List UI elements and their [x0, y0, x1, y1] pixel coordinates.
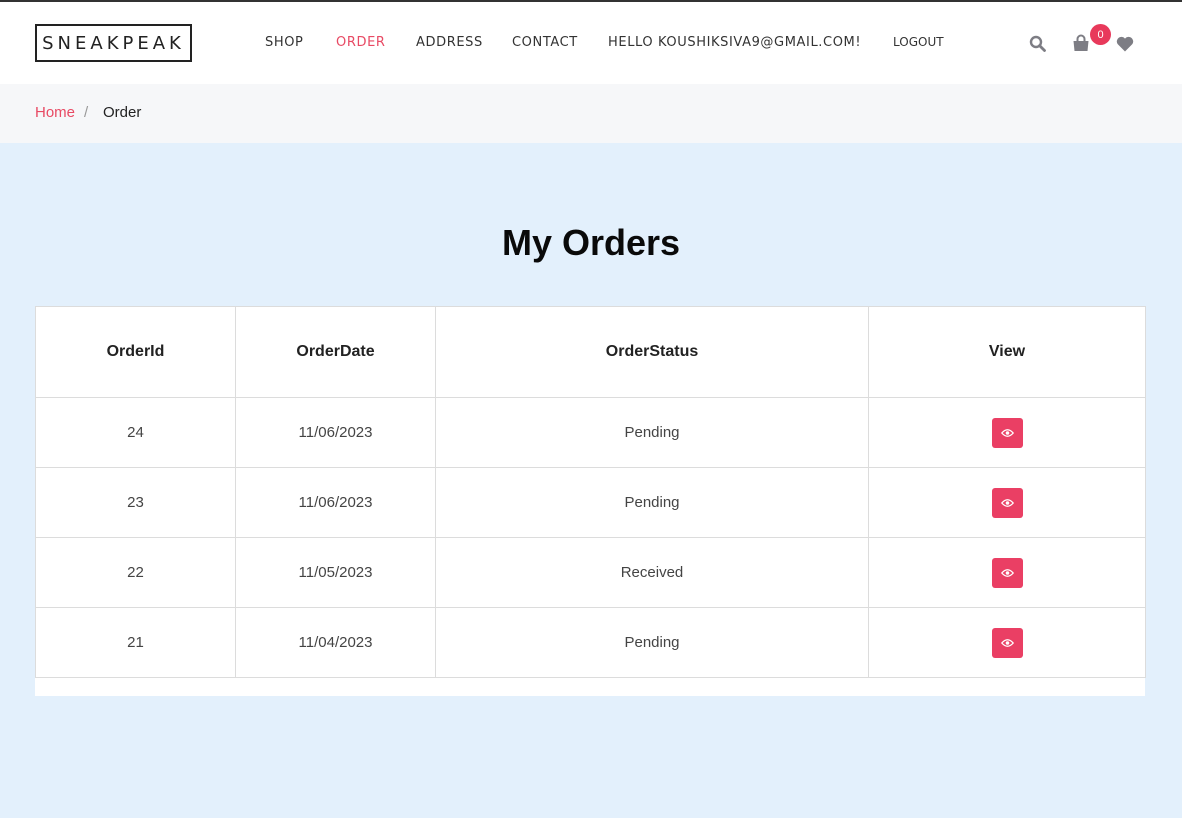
view-order-button[interactable] — [991, 627, 1023, 658]
nav-order[interactable]: ORDER — [336, 35, 386, 50]
view-order-button[interactable] — [991, 557, 1023, 588]
table-row: 24 11/06/2023 Pending — [35, 397, 1146, 468]
breadcrumb-home-link[interactable]: Home — [35, 104, 75, 121]
view-cell — [868, 467, 1146, 538]
table-header-row: OrderId OrderDate OrderStatus View — [35, 306, 1146, 398]
view-order-button[interactable] — [991, 487, 1023, 518]
eye-icon — [1000, 638, 1014, 647]
eye-icon — [1000, 568, 1014, 577]
site-header: SNEAKPEAK SHOP ORDER ADDRESS CONTACT HEL… — [0, 2, 1182, 84]
table-row: 22 11/05/2023 Received — [35, 537, 1146, 608]
nav-shop[interactable]: SHOP — [265, 35, 304, 50]
table-row: 23 11/06/2023 Pending — [35, 467, 1146, 538]
breadcrumb-current: Order — [103, 104, 142, 121]
view-cell — [868, 607, 1146, 678]
breadcrumb: Home / Order — [0, 84, 1182, 143]
order-status-cell: Pending — [435, 607, 869, 678]
page-title: My Orders — [501, 222, 681, 263]
order-id-cell: 22 — [35, 537, 236, 608]
order-date-cell: 11/06/2023 — [235, 397, 436, 468]
column-header-order-id: OrderId — [35, 306, 236, 398]
nav-contact[interactable]: CONTACT — [512, 35, 578, 50]
order-status-cell: Pending — [435, 467, 869, 538]
heart-icon[interactable] — [1116, 36, 1134, 52]
order-id-cell: 23 — [35, 467, 236, 538]
order-id-cell: 24 — [35, 397, 236, 468]
order-id-cell: 21 — [35, 607, 236, 678]
column-header-order-status: OrderStatus — [435, 306, 869, 398]
nav-logout[interactable]: LOGOUT — [893, 35, 944, 49]
eye-icon — [1000, 498, 1014, 507]
site-logo[interactable]: SNEAKPEAK — [35, 24, 192, 62]
view-cell — [868, 397, 1146, 468]
order-date-cell: 11/06/2023 — [235, 467, 436, 538]
order-status-cell: Received — [435, 537, 869, 608]
nav-user-greeting[interactable]: HELLO KOUSHIKSIVA9@GMAIL.COM! — [608, 35, 861, 50]
shopping-bag-icon[interactable] — [1072, 34, 1090, 52]
column-header-order-date: OrderDate — [235, 306, 436, 398]
breadcrumb-separator: / — [84, 104, 89, 121]
orders-table: OrderId OrderDate OrderStatus View 24 11… — [35, 306, 1146, 678]
orders-table-container: OrderId OrderDate OrderStatus View 24 11… — [35, 306, 1146, 696]
nav-address[interactable]: ADDRESS — [416, 35, 483, 50]
search-icon[interactable] — [1029, 35, 1046, 52]
order-status-cell: Pending — [435, 397, 869, 468]
eye-icon — [1000, 428, 1014, 437]
order-date-cell: 11/04/2023 — [235, 607, 436, 678]
cart-count-badge: 0 — [1090, 24, 1111, 45]
view-cell — [868, 537, 1146, 608]
view-order-button[interactable] — [991, 417, 1023, 448]
column-header-view: View — [868, 306, 1146, 398]
order-date-cell: 11/05/2023 — [235, 537, 436, 608]
table-row: 21 11/04/2023 Pending — [35, 607, 1146, 678]
